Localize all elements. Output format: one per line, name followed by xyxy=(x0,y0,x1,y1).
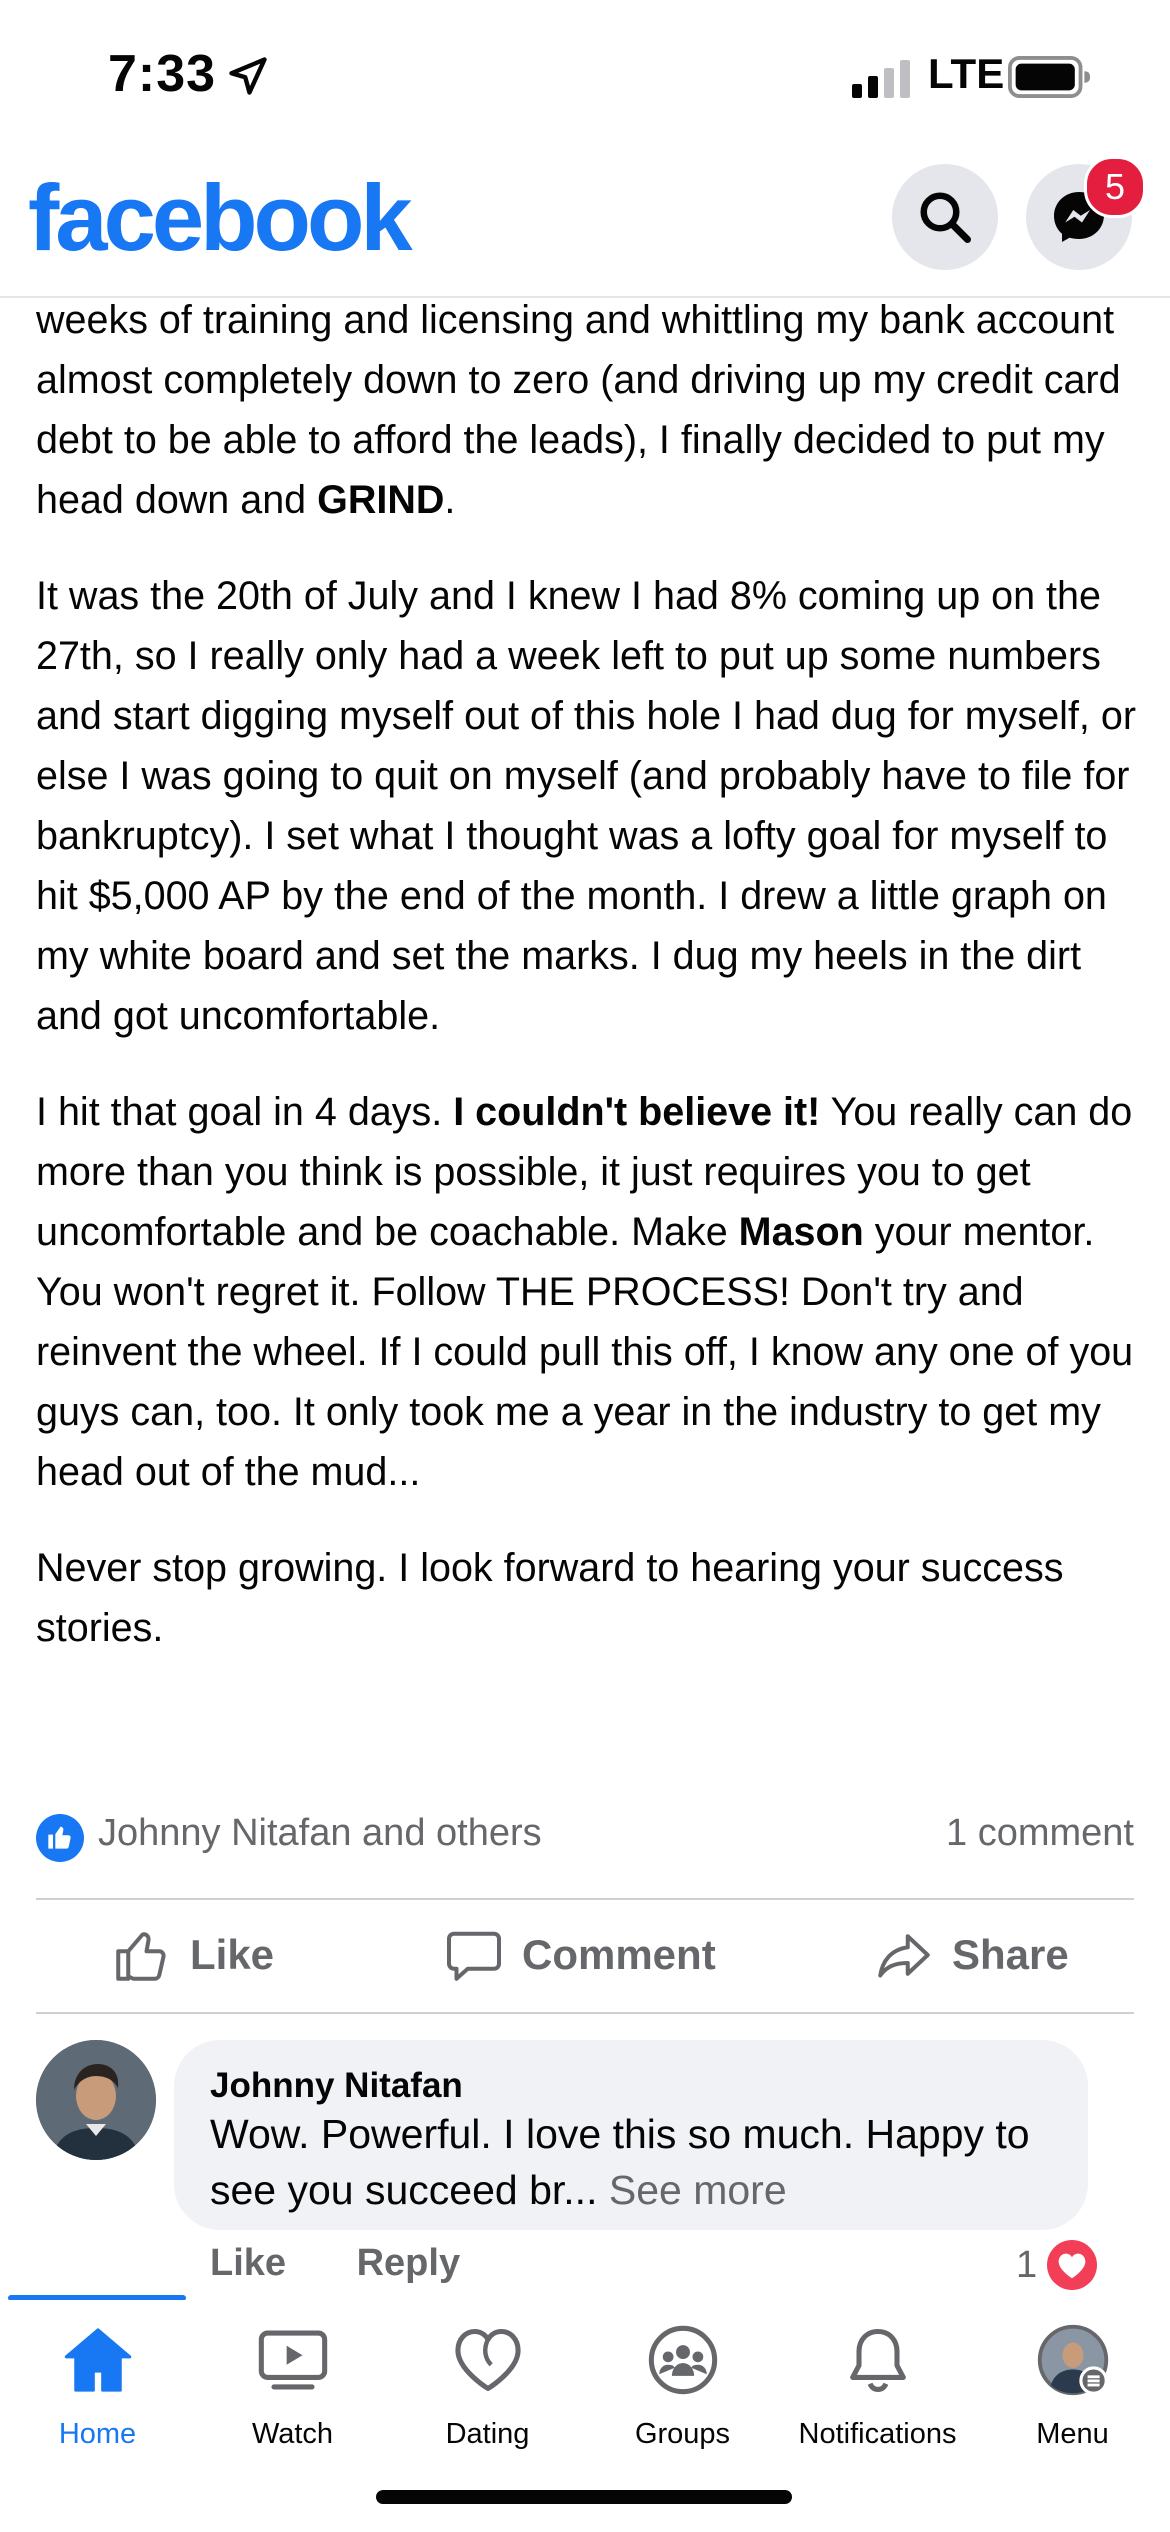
share-icon xyxy=(878,1934,930,1978)
see-more-link[interactable]: See more xyxy=(609,2167,787,2213)
thumbs-up-icon xyxy=(116,1932,166,1981)
post-action-bar: Like Comment Share xyxy=(36,1900,1134,2010)
tab-notifications[interactable]: Notifications xyxy=(780,2300,975,2460)
tab-watch-label: Watch xyxy=(251,2418,334,2450)
tab-watch[interactable]: Watch xyxy=(195,2300,390,2460)
search-button[interactable] xyxy=(892,164,998,270)
comment-count[interactable]: 1 comment xyxy=(946,1812,1134,1855)
bell-icon xyxy=(850,2328,906,2392)
love-reaction-icon xyxy=(1047,2240,1098,2290)
messenger-unread-badge: 5 xyxy=(1084,156,1146,218)
avatar-menu-icon xyxy=(1037,2324,1109,2396)
post-paragraph: It was the 20th of July and I knew I had… xyxy=(36,574,1137,1038)
status-bar: 7:33 LTE xyxy=(0,0,1170,150)
home-icon xyxy=(64,2328,132,2392)
home-indicator[interactable] xyxy=(376,2490,792,2504)
comment-author[interactable]: Johnny Nitafan xyxy=(210,2066,463,2106)
post-body: weeks of training and licensing and whit… xyxy=(36,290,1136,1694)
comment-bubble[interactable]: Johnny Nitafan Wow. Powerful. I love thi… xyxy=(174,2040,1088,2230)
tab-menu-label: Menu xyxy=(1036,2418,1109,2450)
battery-icon xyxy=(1008,56,1091,98)
post-paragraph: I hit that goal in 4 days. I couldn't be… xyxy=(36,1090,1134,1494)
watch-icon xyxy=(258,2330,328,2390)
comment-reaction-count: 1 xyxy=(1016,2243,1038,2286)
like-reaction-icon xyxy=(36,1814,84,1862)
tab-menu[interactable]: Menu xyxy=(975,2300,1170,2460)
network-type: LTE xyxy=(928,50,1005,97)
reactions-summary[interactable]: Johnny Nitafan and others 1 comment xyxy=(36,1808,1134,1868)
tab-dating-label: Dating xyxy=(445,2418,530,2450)
commenter-avatar[interactable] xyxy=(36,2040,156,2160)
like-button[interactable]: Like xyxy=(112,1900,274,2010)
comment-reactions[interactable]: 1 xyxy=(1016,2240,1098,2290)
post-paragraph: Never stop growing. I look forward to he… xyxy=(36,1546,1064,1650)
tab-groups-label: Groups xyxy=(634,2418,731,2450)
reaction-names[interactable]: Johnny Nitafan and others xyxy=(98,1812,542,1855)
comment-text: Wow. Powerful. I love this so much. Happ… xyxy=(210,2111,1030,2213)
share-button[interactable]: Share xyxy=(874,1900,1069,2010)
divider xyxy=(36,2012,1134,2014)
cellular-signal-icon xyxy=(852,60,910,98)
comment-icon xyxy=(447,1931,501,1981)
status-time: 7:33 xyxy=(108,45,217,103)
facebook-logo[interactable]: facebook xyxy=(28,164,413,272)
tab-home-label: Home xyxy=(58,2418,137,2450)
tab-notifications-label: Notifications xyxy=(798,2418,957,2450)
post-paragraph: weeks of training and licensing and whit… xyxy=(36,298,1121,522)
comment-actions: Like Reply xyxy=(210,2242,520,2285)
comment-reply-button[interactable]: Reply xyxy=(357,2242,460,2284)
like-label: Like xyxy=(190,1931,275,1978)
tab-dating[interactable]: Dating xyxy=(390,2300,585,2460)
heart-icon xyxy=(455,2328,521,2392)
app-header: facebook xyxy=(0,150,1170,298)
comment-button[interactable]: Comment xyxy=(444,1900,716,2010)
comment-label: Comment xyxy=(522,1931,716,1978)
tab-home[interactable]: Home xyxy=(0,2300,195,2460)
groups-icon xyxy=(648,2325,718,2395)
tab-groups[interactable]: Groups xyxy=(585,2300,780,2460)
location-arrow-icon xyxy=(229,57,267,95)
share-label: Share xyxy=(952,1931,1069,1978)
comment-like-button[interactable]: Like xyxy=(210,2242,286,2284)
search-icon xyxy=(920,192,971,243)
